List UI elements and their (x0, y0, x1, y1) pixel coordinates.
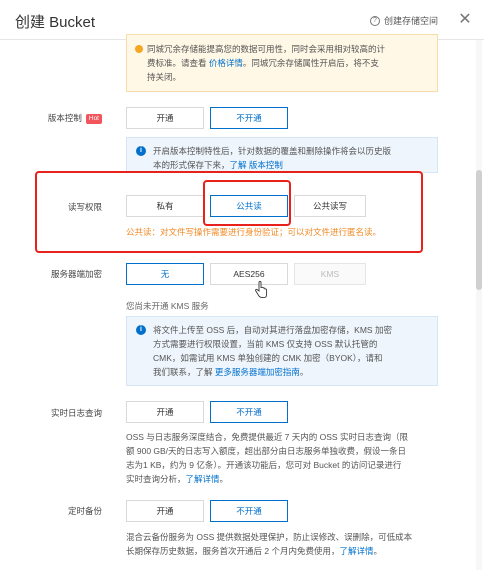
scrollbar-thumb[interactable] (476, 170, 482, 290)
realtime-log-disable-button[interactable]: 不开通 (210, 401, 288, 423)
versioning-enable-button[interactable]: 开通 (126, 107, 204, 129)
realtime-log-label: 实时日志查询 (50, 408, 102, 418)
dialog-scrollbar[interactable] (476, 40, 482, 570)
hand-cursor-icon (255, 281, 268, 299)
versioning-info: i 开启版本控制特性后，针对数据的覆盖和删除操作将会以历史版 本的形式保存下来，… (126, 137, 438, 173)
close-icon[interactable]: ✕ (456, 9, 474, 29)
warning-dot-icon (135, 45, 143, 53)
info-icon: i (136, 325, 146, 335)
encryption-label: 服务器端加密 (50, 269, 102, 279)
question-circle-icon: ? (370, 15, 380, 26)
price-details-link[interactable]: 价格详情 (209, 58, 243, 68)
scheduled-backup-description: 混合云备份服务为 OSS 提供数据处理保护，防止误修改、误删除，可低成本 长期保… (126, 532, 413, 556)
warning-line-3: 持关闭。 (147, 72, 182, 82)
dialog-title: 创建 Bucket (15, 14, 96, 31)
info-icon: i (136, 146, 146, 156)
encryption-guide-link[interactable]: 更多服务器端加密指南 (215, 367, 300, 377)
kms-not-enabled-note: 您尚未开通 KMS 服务 (126, 301, 209, 311)
encryption-kms-button: KMS (294, 263, 366, 285)
warning-line-1: 同城冗余存储能提高您的数据可用性，同时会采用相对较高的计 (147, 44, 386, 54)
versioning-learn-more-link[interactable]: 了解 版本控制 (230, 160, 283, 170)
warning-line-2: 费标准。请查看 价格详情。同城冗余存储属性开启后，将不支 (147, 58, 379, 68)
guide-label: 创建存储空间 (384, 16, 439, 26)
realtime-log-learn-more-link[interactable]: 了解详情 (186, 474, 220, 484)
realtime-log-enable-button[interactable]: 开通 (126, 401, 204, 423)
backup-enable-button[interactable]: 开通 (126, 500, 204, 522)
encryption-none-button[interactable]: 无 (126, 263, 204, 285)
redundancy-warning: 同城冗余存储能提高您的数据可用性，同时会采用相对较高的计 费标准。请查看 价格详… (126, 34, 438, 92)
scheduled-backup-label: 定时备份 (67, 506, 102, 516)
encryption-info: i 将文件上传至 OSS 后，自动对其进行落盘加密存储，KMS 加密 方式需要进… (126, 316, 438, 386)
realtime-log-description: OSS 与日志服务深度结合，免费提供最近 7 天内的 OSS 实时日志查询（限 … (126, 432, 408, 484)
backup-learn-more-link[interactable]: 了解详情 (339, 546, 373, 556)
encryption-aes256-button[interactable]: AES256 (210, 263, 288, 285)
hot-badge: Hot (85, 114, 102, 124)
versioning-label: 版本控制 Hot (10, 112, 102, 124)
backup-disable-button[interactable]: 不开通 (210, 500, 288, 522)
create-bucket-guide-link[interactable]: ? 创建存储空间 (370, 14, 438, 27)
highlight-box-public-read (203, 180, 291, 226)
versioning-disable-button[interactable]: 不开通 (210, 107, 288, 129)
